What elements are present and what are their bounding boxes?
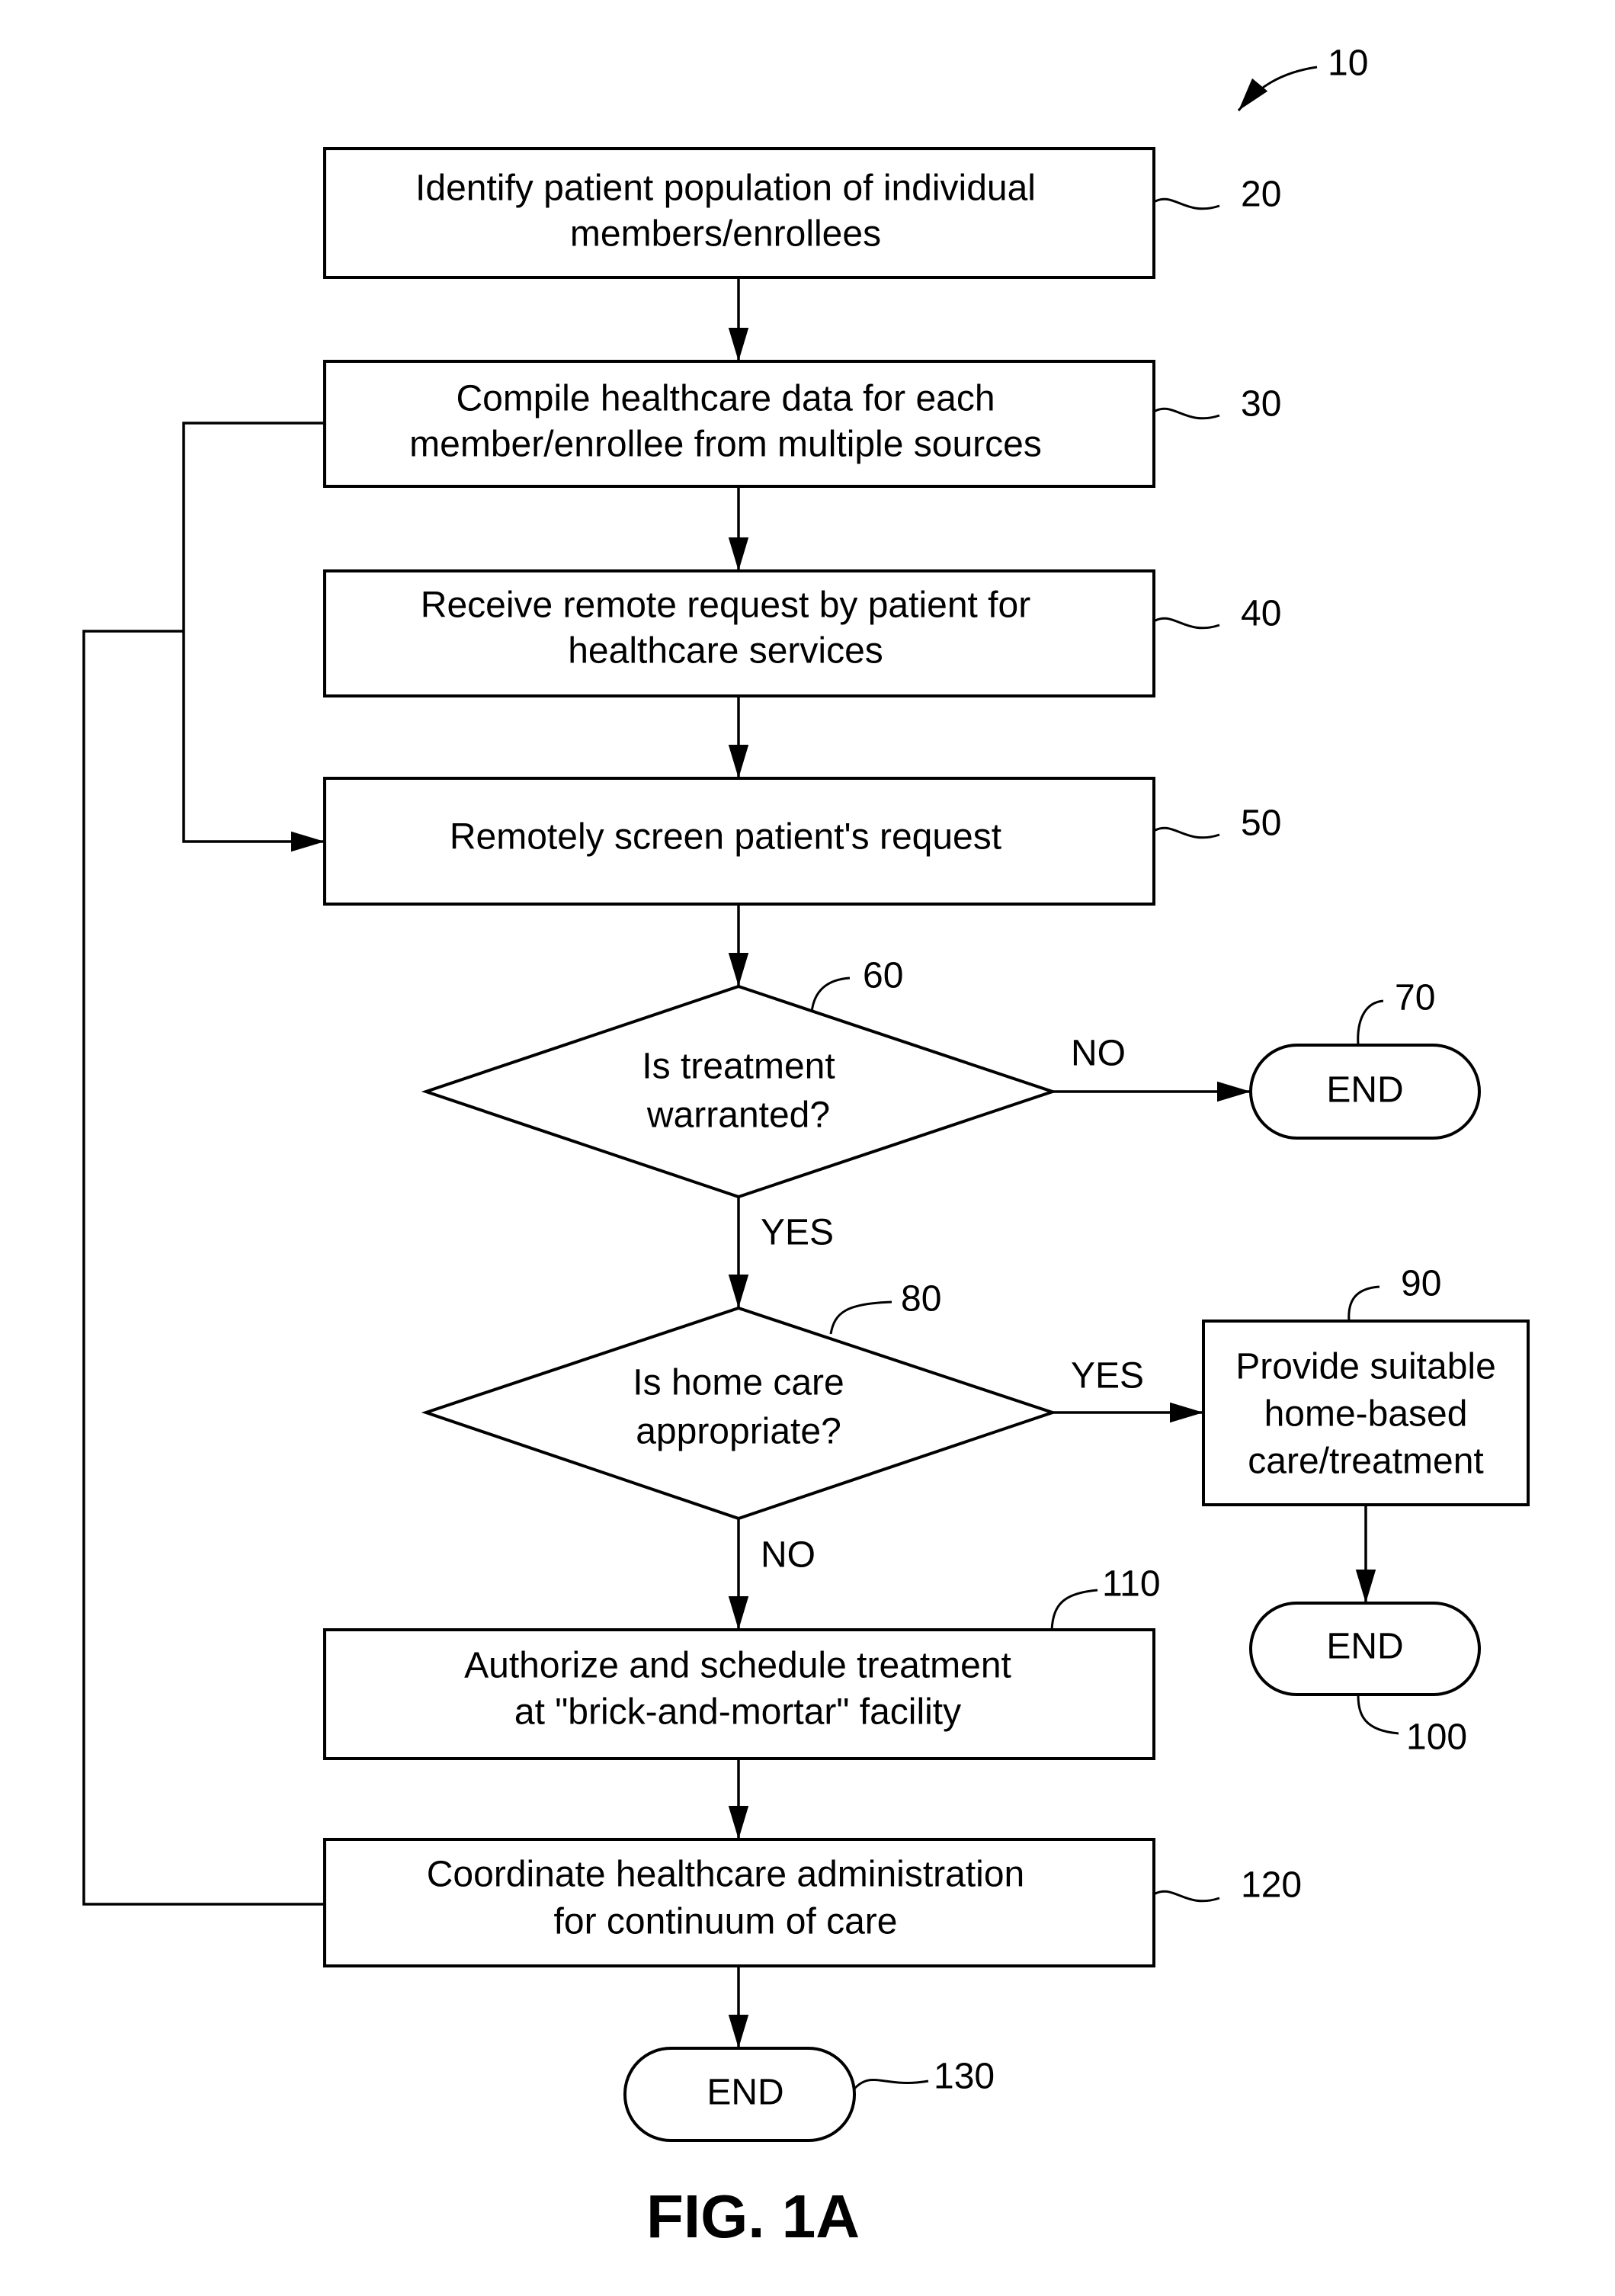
- decision-80-home-care: Is home care appropriate?: [421, 1306, 1058, 1521]
- step-90-line-1: Provide suitable: [1235, 1347, 1496, 1387]
- flowchart: 10 Identify patient population of indivi…: [82, 43, 1530, 2250]
- ref-120-label: 120: [1241, 1865, 1302, 1906]
- edge-label-60-yes: YES: [761, 1213, 834, 1253]
- terminal-70-label: END: [1326, 1070, 1403, 1111]
- terminal-130-end: END: [623, 2047, 856, 2142]
- ref-70: 70: [1357, 978, 1435, 1046]
- ref-30: 30: [1153, 384, 1281, 425]
- ref-20-label: 20: [1241, 175, 1281, 215]
- edge-label-80-yes: YES: [1071, 1356, 1144, 1397]
- ref-10-label: 10: [1328, 43, 1368, 84]
- ref-20: 20: [1153, 175, 1281, 215]
- decision-80-line-1: Is home care: [633, 1363, 844, 1403]
- step-90-line-3: care/treatment: [1248, 1441, 1483, 1482]
- terminal-70-end: END: [1249, 1044, 1481, 1140]
- step-120-coordinate-administration: Coordinate healthcare administration for…: [323, 1838, 1155, 1967]
- ref-30-label: 30: [1241, 384, 1281, 425]
- terminal-130-label: END: [707, 2073, 783, 2113]
- decision-80-line-2: appropriate?: [636, 1412, 841, 1452]
- step-20-line-1: Identify patient population of individua…: [415, 168, 1036, 209]
- step-110-line-2: at "brick-and-mortar" facility: [514, 1692, 961, 1733]
- step-120-line-2: for continuum of care: [554, 1902, 898, 1942]
- figure-reference-10: 10: [1237, 43, 1368, 111]
- ref-110: 110: [1050, 1564, 1161, 1631]
- edge-30-50-loop: [182, 422, 325, 852]
- ref-50: 50: [1153, 803, 1281, 844]
- step-50-line-1: Remotely screen patient's request: [450, 817, 1001, 858]
- ref-50-label: 50: [1241, 803, 1281, 844]
- ref-80-label: 80: [901, 1279, 941, 1320]
- ref-40-label: 40: [1241, 594, 1281, 634]
- ref-110-label: 110: [1102, 1564, 1161, 1605]
- terminal-100-label: END: [1326, 1627, 1403, 1667]
- decision-60-line-1: Is treatment: [642, 1047, 835, 1087]
- decision-60-treatment-warranted: Is treatment warranted?: [421, 984, 1058, 1199]
- step-50-screen-request: Remotely screen patient's request: [323, 777, 1155, 906]
- ref-90: 90: [1347, 1264, 1441, 1322]
- decision-60-line-2: warranted?: [646, 1095, 830, 1136]
- ref-100-label: 100: [1406, 1717, 1467, 1758]
- ref-130: 130: [853, 2057, 995, 2097]
- step-120-line-1: Coordinate healthcare administration: [427, 1855, 1024, 1895]
- step-110-authorize-schedule: Authorize and schedule treatment at "bri…: [323, 1628, 1155, 1760]
- edge-120-loop: [82, 630, 325, 1906]
- step-110-line-1: Authorize and schedule treatment: [464, 1646, 1011, 1686]
- ref-60-label: 60: [863, 956, 903, 996]
- step-20-line-2: members/enrollees: [570, 214, 881, 255]
- step-40-line-2: healthcare services: [568, 631, 883, 672]
- ref-40: 40: [1153, 594, 1281, 634]
- ref-90-label: 90: [1401, 1264, 1441, 1304]
- figure-caption: FIG. 1A: [646, 2182, 860, 2250]
- edge-label-60-no: NO: [1071, 1034, 1126, 1074]
- step-30-compile-data: Compile healthcare data for each member/…: [323, 360, 1155, 488]
- step-40-receive-request: Receive remote request by patient for he…: [323, 569, 1155, 697]
- step-20-identify-population: Identify patient population of individua…: [323, 147, 1155, 279]
- ref-80: 80: [829, 1279, 941, 1335]
- terminal-100-end: END: [1249, 1602, 1481, 1696]
- ref-100: 100: [1357, 1694, 1467, 1758]
- step-30-line-2: member/enrollee from multiple sources: [409, 425, 1042, 465]
- step-90-line-2: home-based: [1264, 1394, 1468, 1435]
- step-40-line-1: Receive remote request by patient for: [421, 585, 1030, 626]
- step-30-line-1: Compile healthcare data for each: [456, 379, 995, 419]
- ref-130-label: 130: [934, 2057, 995, 2097]
- step-90-home-based-care: Provide suitable home-based care/treatme…: [1202, 1320, 1530, 1506]
- ref-120: 120: [1153, 1865, 1302, 1906]
- ref-70-label: 70: [1395, 978, 1435, 1018]
- ref-60: 60: [810, 956, 903, 1013]
- edge-label-80-no: NO: [761, 1535, 816, 1576]
